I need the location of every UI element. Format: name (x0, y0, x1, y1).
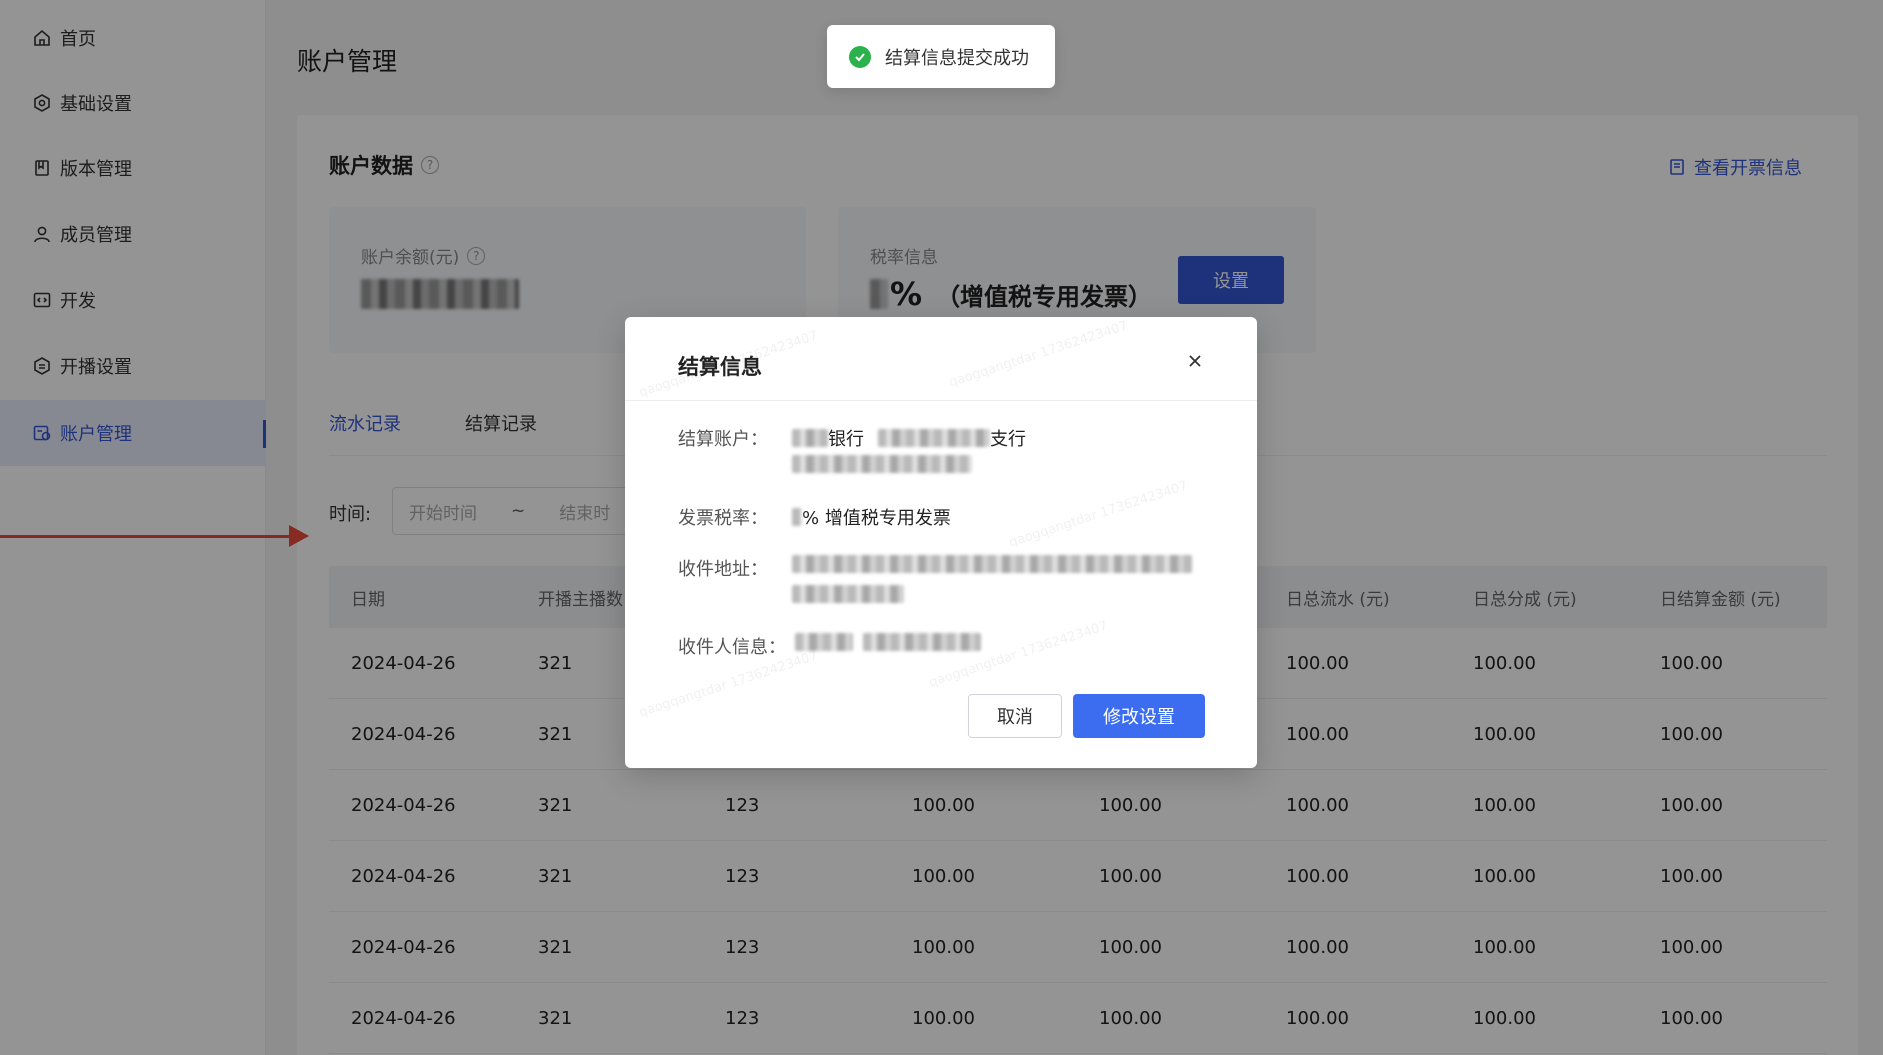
account-bank: 银行 (828, 429, 864, 450)
redacted-text (792, 508, 802, 526)
close-icon (1189, 355, 1201, 367)
account-number-redacted (792, 455, 972, 473)
redacted-text (792, 429, 828, 447)
watermark: qaogqangtdar 17362423407 (637, 648, 820, 721)
address-label: 收件地址： (678, 559, 768, 580)
modal-title: 结算信息 (678, 355, 762, 379)
watermark: qaogqangtdar 17362423407 (927, 618, 1110, 691)
cancel-button[interactable]: 取消 (968, 694, 1062, 738)
address-value-redacted (792, 555, 1192, 573)
tax-rate-text: % 增值税专用发票 (802, 508, 951, 529)
recipient-value-redacted (795, 633, 981, 651)
address-value-redacted (792, 585, 904, 603)
settlement-modal: qaogqangtdar 17362423407 qaogqangtdar 17… (625, 317, 1257, 768)
account-label: 结算账户： (678, 429, 768, 450)
success-toast: 结算信息提交成功 (827, 25, 1055, 88)
account-value: 银行 支行 (792, 425, 1026, 451)
edit-settings-button[interactable]: 修改设置 (1073, 694, 1205, 738)
check-circle-icon (849, 45, 871, 68)
modal-header: 结算信息 (625, 317, 1257, 401)
tax-rate-label: 发票税率： (678, 508, 768, 529)
modal-close-button[interactable] (1181, 347, 1209, 375)
recipient-label: 收件人信息： (678, 637, 786, 658)
redacted-text (878, 429, 990, 447)
toast-message: 结算信息提交成功 (885, 47, 1029, 69)
watermark: qaogqangtdar 17362423407 (1007, 478, 1190, 551)
tax-rate-value: % 增值税专用发票 (792, 504, 951, 530)
account-branch: 支行 (990, 429, 1026, 450)
